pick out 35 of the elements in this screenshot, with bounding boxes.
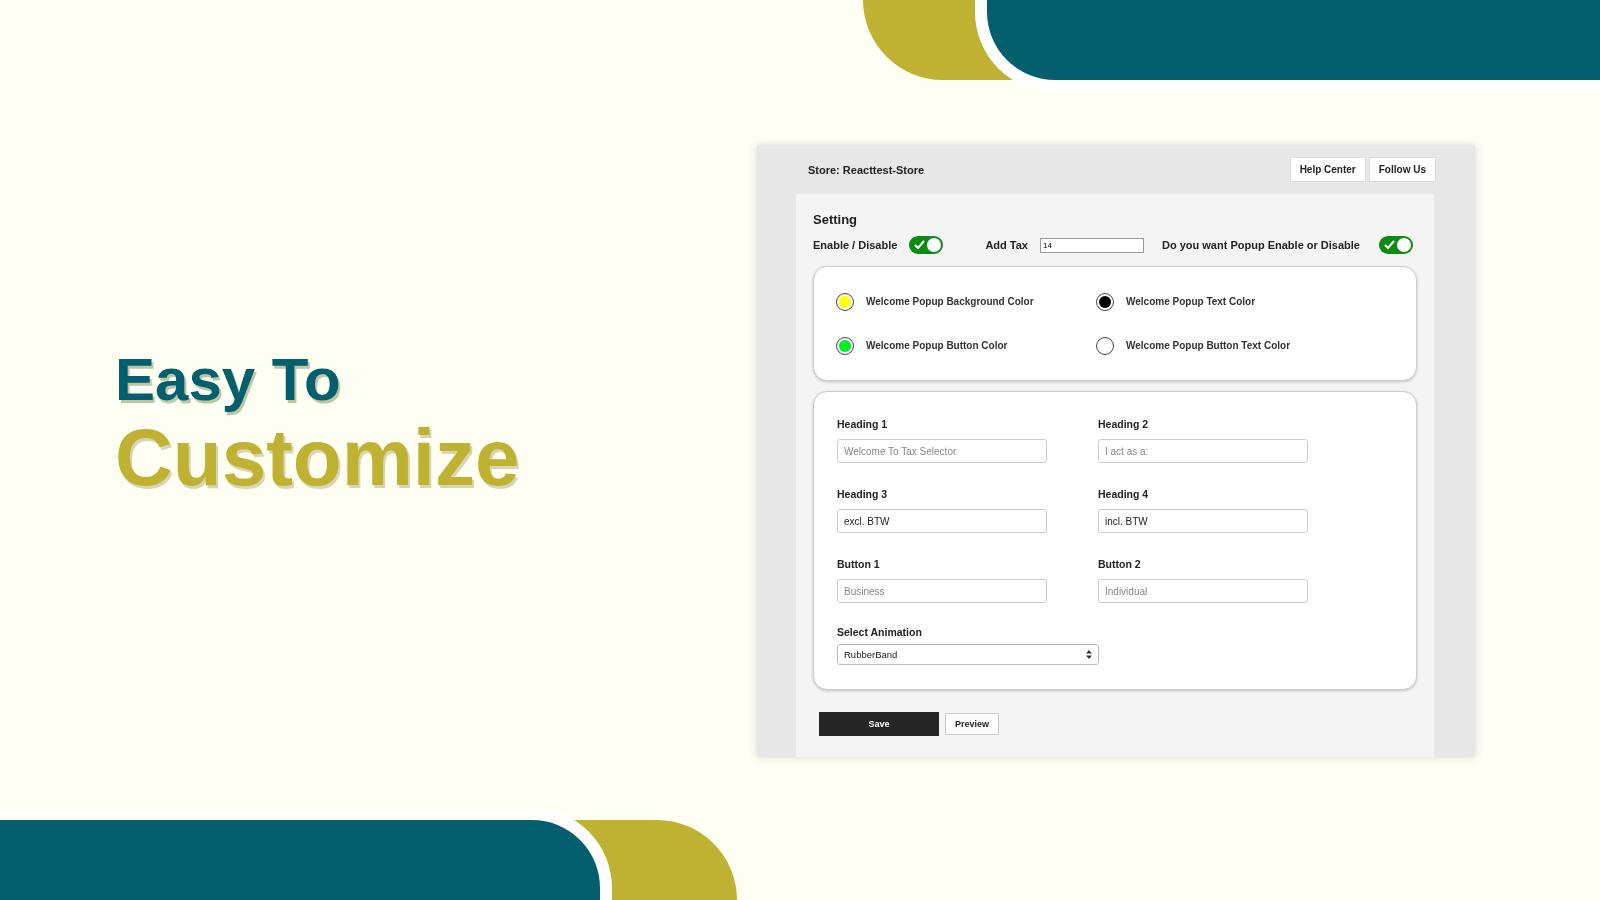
color-option-label: Welcome Popup Button Color [866, 340, 1008, 351]
text-input[interactable]: incl. BTW [1098, 509, 1308, 533]
tax-label: Add Tax [985, 239, 1028, 251]
text-input[interactable]: Business [837, 579, 1047, 603]
field-label: Heading 2 [1098, 418, 1150, 430]
toggle-switch[interactable] [1379, 236, 1413, 254]
color-option-label: Welcome Popup Text Color [1126, 296, 1256, 307]
follow-us-button[interactable]: Follow Us [1368, 157, 1436, 182]
field-label: Button 2 [1098, 558, 1142, 570]
save-button[interactable]: Save [819, 712, 939, 736]
field-label: Heading 3 [837, 488, 889, 500]
toggle-label: Do you want Popup Enable or Disable [1161, 239, 1360, 251]
headline-text: Easy To [115, 350, 342, 410]
field-label: Heading 4 [1098, 488, 1150, 500]
dropdown-arrows-icon [1086, 650, 1092, 659]
toggle-switch[interactable] [909, 236, 944, 254]
field-label: Button 1 [837, 558, 881, 570]
preview-button[interactable]: Preview [945, 713, 1000, 735]
text-input[interactable]: Welcome To Tax Selector [837, 439, 1047, 463]
toggle-label: Enable / Disable [813, 239, 898, 251]
field-label: Heading 1 [837, 418, 889, 430]
text-input[interactable]: excl. BTW [837, 509, 1047, 533]
check-icon [914, 240, 926, 250]
animation-select[interactable]: RubberBand [837, 644, 1099, 665]
text-input[interactable]: I act as a: [1098, 439, 1308, 463]
tax-input[interactable]: 14 [1039, 237, 1144, 253]
color-option-label: Welcome Popup Button Text Color [1126, 340, 1291, 351]
headline-text: Customize [115, 418, 520, 498]
check-icon [1384, 240, 1395, 250]
store-label: Store: Reacttest-Store [808, 163, 926, 176]
field-label: Select Animation [837, 626, 923, 638]
color-option-label: Welcome Popup Background Color [866, 296, 1034, 307]
help-center-button[interactable]: Help Center [1289, 157, 1366, 182]
text-input[interactable]: Individual [1098, 579, 1308, 603]
section-title: Setting [813, 212, 859, 227]
